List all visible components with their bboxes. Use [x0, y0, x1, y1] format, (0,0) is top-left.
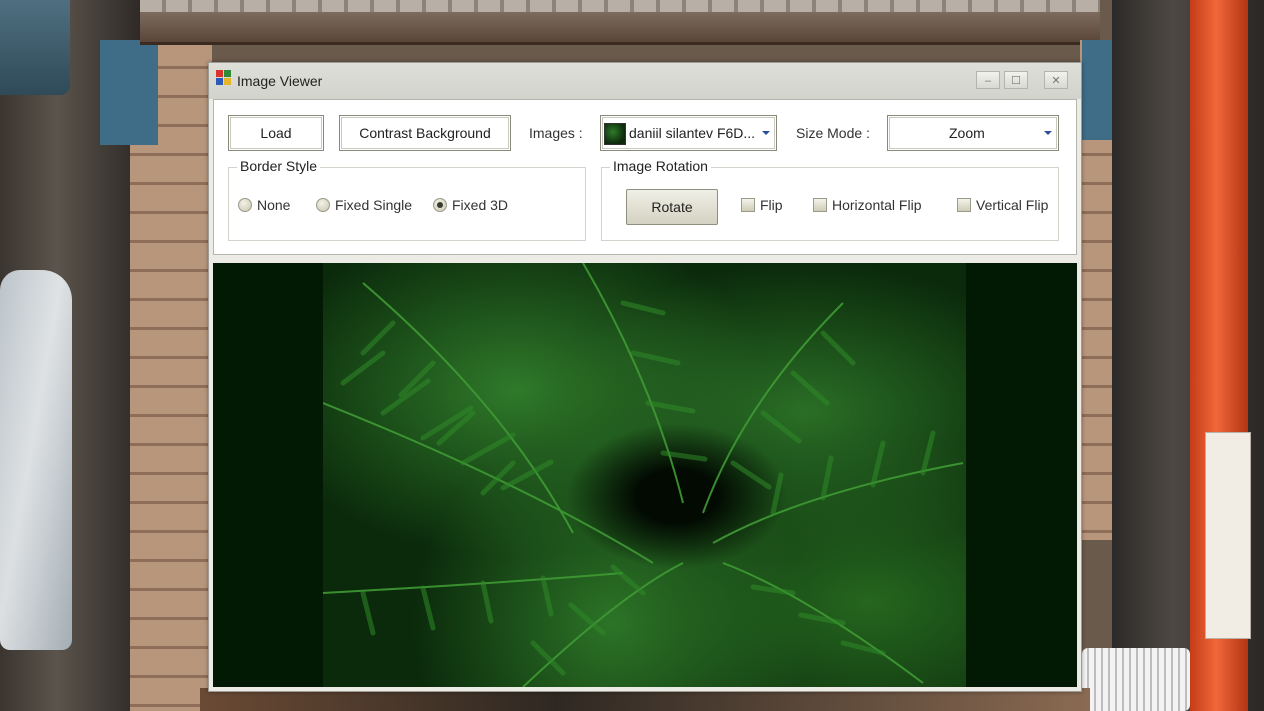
- picture-box: [213, 263, 1077, 687]
- checkbox-icon: [813, 198, 827, 212]
- size-mode-dropdown[interactable]: Zoom: [887, 115, 1059, 151]
- image-thumbnail-icon: [604, 123, 626, 145]
- chevron-down-icon: [762, 131, 770, 135]
- minimize-button[interactable]: –: [976, 71, 1000, 89]
- border-style-group: Border Style None Fixed Single Fixed 3D: [228, 158, 586, 241]
- rotate-button[interactable]: Rotate: [626, 189, 718, 225]
- images-selected-value: daniil silantev F6D...: [629, 125, 756, 141]
- app-icon: [216, 70, 232, 86]
- vertical-flip-checkbox[interactable]: Vertical Flip: [957, 197, 1048, 213]
- horizontal-flip-label: Horizontal Flip: [832, 197, 922, 213]
- fern-image: [323, 263, 966, 687]
- radio-none-label: None: [257, 197, 291, 213]
- flip-checkbox[interactable]: Flip: [741, 197, 783, 213]
- radio-icon: [316, 198, 330, 212]
- radio-fixed-single-label: Fixed Single: [335, 197, 413, 213]
- images-label: Images :: [529, 125, 583, 141]
- radio-icon: [238, 198, 252, 212]
- size-mode-selected-value: Zoom: [949, 125, 985, 141]
- load-button[interactable]: Load: [228, 115, 324, 151]
- window-title: Image Viewer: [237, 73, 323, 89]
- radio-fixed-3d[interactable]: Fixed 3D: [433, 197, 508, 213]
- controls-panel: Load Contrast Background Images : daniil…: [213, 99, 1077, 255]
- close-button[interactable]: ✕: [1044, 71, 1068, 89]
- checkbox-icon: [741, 198, 755, 212]
- checkbox-icon: [957, 198, 971, 212]
- horizontal-flip-checkbox[interactable]: Horizontal Flip: [813, 197, 921, 213]
- radio-fixed-single[interactable]: Fixed Single: [316, 197, 412, 213]
- contrast-background-button[interactable]: Contrast Background: [339, 115, 511, 151]
- image-viewer-window: Image Viewer – ☐ ✕ Load Contrast Backgro…: [208, 62, 1082, 692]
- chevron-down-icon: [1044, 131, 1052, 135]
- image-rotation-legend: Image Rotation: [610, 158, 711, 174]
- radio-fixed-3d-label: Fixed 3D: [452, 197, 509, 213]
- title-bar[interactable]: Image Viewer – ☐ ✕: [209, 63, 1081, 99]
- flip-label: Flip: [760, 197, 783, 213]
- images-dropdown[interactable]: daniil silantev F6D...: [600, 115, 777, 151]
- vertical-flip-label: Vertical Flip: [976, 197, 1049, 213]
- maximize-button[interactable]: ☐: [1004, 71, 1028, 89]
- border-style-legend: Border Style: [237, 158, 321, 174]
- radio-selected-icon: [433, 198, 447, 212]
- radio-none[interactable]: None: [238, 197, 290, 213]
- size-mode-label: Size Mode :: [796, 125, 870, 141]
